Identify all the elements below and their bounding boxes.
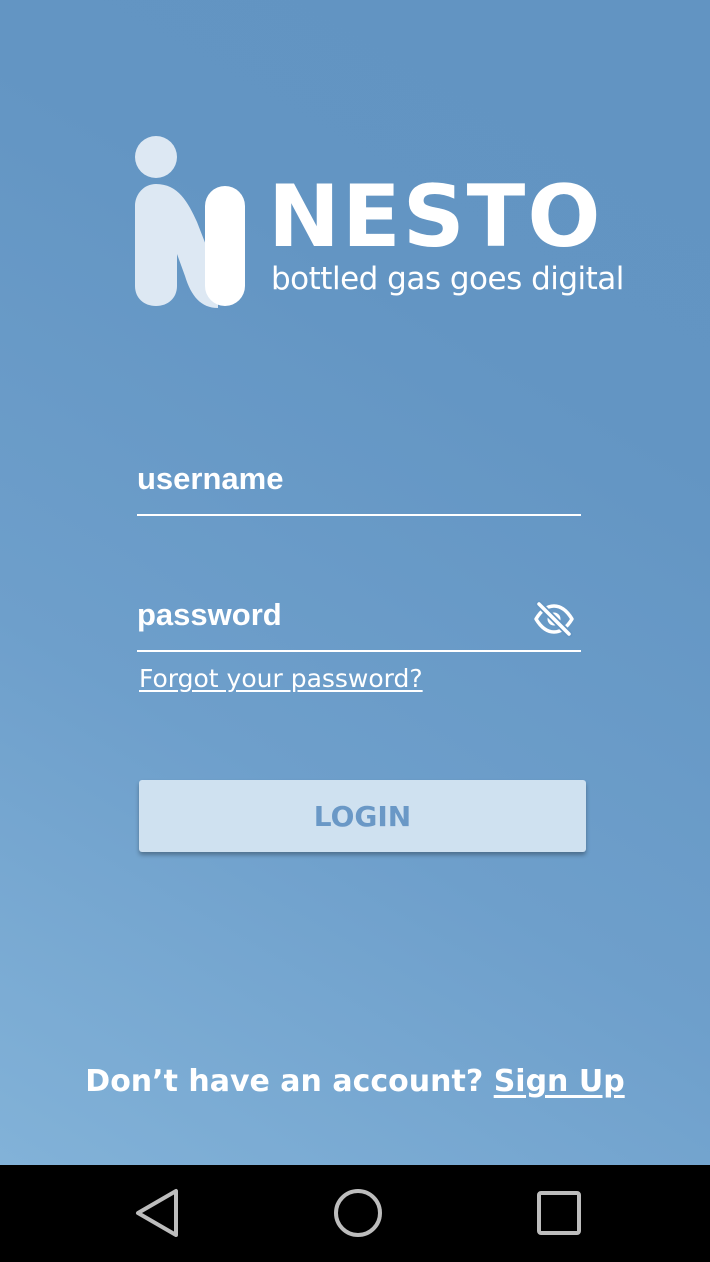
login-screen: NESTO bottled gas goes digital Forgot yo…	[0, 0, 710, 1165]
username-input[interactable]	[137, 456, 517, 502]
back-triangle-icon[interactable]	[128, 1183, 188, 1243]
brand-logo: NESTO bottled gas goes digital	[135, 136, 624, 311]
brand-tagline: bottled gas goes digital	[271, 261, 624, 297]
password-field-container	[137, 592, 581, 652]
forgot-password-link[interactable]: Forgot your password?	[139, 664, 423, 693]
login-button[interactable]: LOGIN	[139, 780, 586, 852]
password-input[interactable]	[137, 592, 517, 638]
signup-prompt: Don’t have an account?	[85, 1064, 484, 1099]
nesto-logo-icon	[135, 136, 245, 308]
system-navigation-bar	[0, 1165, 710, 1262]
signup-link[interactable]: Sign Up	[494, 1064, 625, 1099]
signup-row: Don’t have an account? Sign Up	[0, 1064, 710, 1099]
recent-apps-square-icon[interactable]	[529, 1183, 589, 1243]
home-circle-icon[interactable]	[328, 1183, 388, 1243]
eye-off-icon[interactable]	[533, 598, 575, 640]
brand-name: NESTO	[268, 167, 603, 267]
username-field-container	[137, 456, 581, 516]
